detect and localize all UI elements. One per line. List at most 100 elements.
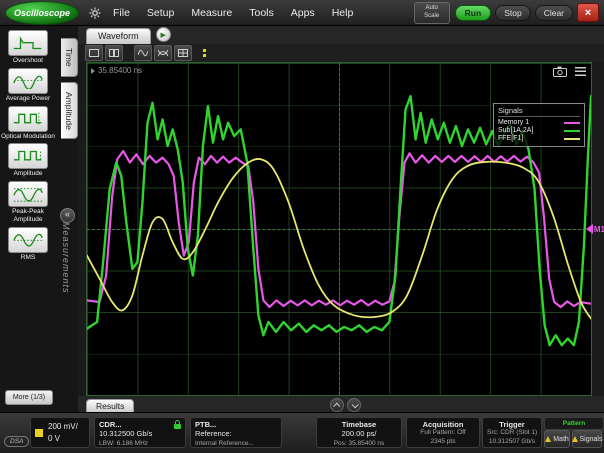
- measurement-label: Amplitude: [1, 170, 55, 178]
- dsa-badge: DSA: [4, 436, 29, 447]
- top-menu-bar: Oscilloscope File Setup Measure Tools Apps He…: [0, 0, 604, 26]
- overshoot-icon: [13, 35, 43, 52]
- stop-button[interactable]: Stop: [495, 5, 531, 21]
- measurement-optical-modulation[interactable]: Optical Modulation: [1, 106, 55, 141]
- app-logo: Oscilloscope: [5, 1, 79, 25]
- auto-scale-button[interactable]: Auto Scale: [414, 2, 450, 24]
- channel-scale: 200 mV/: [48, 421, 78, 433]
- trigger-title: Trigger: [499, 420, 524, 429]
- menu-item-tools[interactable]: Tools: [249, 7, 274, 19]
- measurement-label: Average Power: [1, 95, 55, 103]
- tab-waveform[interactable]: Waveform: [86, 28, 151, 44]
- waveform-mode-button[interactable]: [134, 45, 152, 61]
- menu-item-file[interactable]: File: [113, 7, 130, 19]
- timebase-button[interactable]: Timebase 200.00 ps/ Pos: 35.85400 ns: [316, 417, 402, 448]
- run-button[interactable]: Run: [455, 5, 492, 21]
- layout-split-button[interactable]: [105, 45, 123, 61]
- cdr-button[interactable]: CDR... 10.312500 Gb/s LBW: 6.186 MHz: [94, 417, 186, 448]
- play-icon[interactable]: ▶: [156, 27, 171, 42]
- acquisition-pattern: Full Pattern: Off: [411, 429, 475, 438]
- measurement-peak-peak-amplitude[interactable]: Peak-Peak Amplitude: [1, 181, 55, 224]
- trace-ffe-f1: [87, 159, 591, 319]
- sidebar-collapse-button[interactable]: «: [60, 208, 75, 223]
- close-button[interactable]: ×: [577, 3, 599, 22]
- warning-icon: [572, 436, 578, 442]
- legend-entry-ffe-f1: FFE[F1]: [498, 135, 580, 142]
- signals-label: Signals: [580, 436, 603, 443]
- menu-item-measure[interactable]: Measure: [191, 7, 232, 19]
- measurement-label: Optical Modulation: [1, 133, 55, 141]
- warning-icon: [545, 436, 551, 442]
- collapse-up-button[interactable]: [330, 398, 344, 412]
- grid-mode-button[interactable]: [174, 45, 192, 61]
- tab-time[interactable]: Time: [61, 38, 78, 77]
- panel-title: Measurements: [61, 222, 71, 294]
- measurement-overshoot[interactable]: Overshoot: [1, 30, 55, 65]
- results-bar: Results: [78, 396, 604, 413]
- lock-icon: [174, 424, 181, 429]
- acquisition-points: 2345 pts: [411, 438, 475, 447]
- grid-icon: [178, 49, 188, 57]
- eye-diagram-icon: [158, 49, 168, 57]
- settings-gear-icon[interactable]: [89, 7, 101, 19]
- acquisition-button[interactable]: Acquisition Full Pattern: Off 2345 pts: [406, 417, 480, 448]
- measurement-label: RMS: [1, 254, 55, 262]
- ptb-title: PTB...: [195, 420, 216, 429]
- cdr-loop-bandwidth: LBW: 6.186 MHz: [99, 440, 181, 448]
- menu-item-apps[interactable]: Apps: [291, 7, 315, 19]
- peak-peak-amplitude-icon: [13, 186, 43, 203]
- tab-amplitude[interactable]: Amplitude: [61, 82, 78, 140]
- legend-title: Signals: [498, 106, 580, 117]
- menu-item-setup[interactable]: Setup: [147, 7, 174, 19]
- channel-color-swatch-icon: [35, 429, 43, 437]
- trigger-button[interactable]: Trigger Src: CDR (Slot 1) 10.312507 Gb/s: [482, 417, 542, 448]
- ptb-button[interactable]: PTB... Reference: Internal Reference...: [190, 417, 282, 448]
- sidebar-tabstrip: Time Amplitude: [56, 38, 78, 144]
- legend-entry-memory-1: Memory 1: [498, 119, 580, 126]
- ptb-reference-value: Internal Reference...: [195, 440, 277, 448]
- main-area: Overshoot Average Power Optical Modulation…: [0, 26, 604, 413]
- display-menu-button[interactable]: [575, 67, 586, 76]
- measurement-rms[interactable]: RMS: [1, 227, 55, 262]
- amplitude-icon: [13, 148, 43, 165]
- screenshot-button[interactable]: [553, 66, 567, 77]
- content-area: Waveform ▶: [78, 26, 604, 413]
- pattern-button[interactable]: Pattern: [544, 417, 604, 430]
- display-toolbar: [78, 44, 604, 62]
- marker-m1[interactable]: M1: [586, 224, 604, 234]
- chevron-up-icon: [333, 402, 340, 409]
- marker-triangle-icon: [586, 224, 593, 234]
- timebase-scale: 200.00 ps/: [321, 429, 397, 440]
- layout-single-button[interactable]: [85, 45, 103, 61]
- more-measurements-button[interactable]: More (1/3): [5, 390, 53, 405]
- menu-item-help[interactable]: Help: [332, 7, 354, 19]
- status-bar: DSA 200 mV/ 0 V CDR... 10.312500 Gb/s LB…: [0, 412, 604, 453]
- channel-button[interactable]: 200 mV/ 0 V: [30, 417, 90, 448]
- channel-offset: 0 V: [48, 433, 78, 445]
- menu: File Setup Measure Tools Apps Help: [113, 7, 353, 19]
- collapse-down-button[interactable]: [347, 398, 361, 412]
- trigger-rate: 10.312507 Gb/s: [487, 438, 537, 447]
- chevron-down-icon: [352, 401, 359, 408]
- measurements-sidebar: Overshoot Average Power Optical Modulation…: [0, 26, 78, 413]
- layout-single-icon: [89, 49, 99, 57]
- timebase-position: Pos: 35.85400 ns: [321, 440, 397, 448]
- waveform-icon: [138, 49, 148, 57]
- status-dots-icon: [203, 49, 206, 57]
- measurement-palette: Overshoot Average Power Optical Modulation…: [1, 30, 55, 262]
- signals-legend: Signals Memory 1Sub[1A,2A]FFE[F1]: [493, 103, 585, 147]
- measurement-average-power[interactable]: Average Power: [1, 68, 55, 103]
- plot-wrapper: 35.85400 ns: [86, 62, 592, 396]
- timebase-title: Timebase: [342, 420, 376, 429]
- layout-split-icon: [109, 49, 119, 57]
- marker-label: M1: [594, 225, 604, 234]
- measurement-amplitude[interactable]: Amplitude: [1, 143, 55, 178]
- acquisition-title: Acquisition: [423, 420, 464, 429]
- tab-results[interactable]: Results: [86, 399, 134, 413]
- eye-mode-button[interactable]: [154, 45, 172, 61]
- math-button[interactable]: Math: [544, 430, 570, 448]
- waveform-plot[interactable]: 35.85400 ns: [86, 62, 592, 396]
- waveform-tab-row: Waveform ▶: [78, 26, 604, 44]
- clear-button[interactable]: Clear: [535, 5, 573, 21]
- signals-button[interactable]: Signals: [572, 430, 602, 448]
